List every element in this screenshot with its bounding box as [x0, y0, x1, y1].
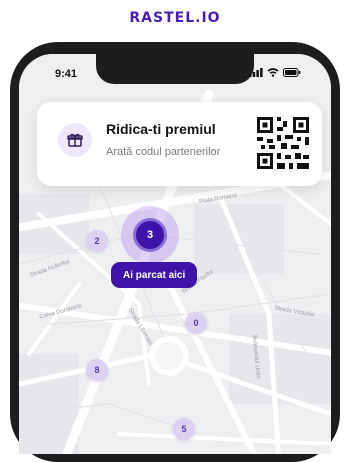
active-cluster-count: 3 — [133, 218, 167, 252]
map-cluster[interactable]: 5 — [173, 418, 195, 440]
map-cluster[interactable]: 0 — [185, 312, 207, 334]
wifi-icon — [267, 68, 279, 77]
map-screen[interactable]: 9:41 Strada Nuferilor Piata Romana Strad… — [19, 54, 331, 454]
active-cluster-marker[interactable]: 3 — [121, 206, 179, 264]
signal-icon — [249, 68, 263, 77]
reward-title: Ridica-ti premiul — [106, 121, 216, 137]
qr-code-icon[interactable] — [255, 115, 311, 171]
notch — [96, 54, 254, 84]
map-cluster[interactable]: 8 — [86, 359, 108, 381]
status-icons — [249, 68, 301, 77]
brand-logo: RASTEL.IO — [129, 10, 221, 26]
map-cluster[interactable]: 2 — [86, 230, 108, 252]
status-time: 9:41 — [55, 68, 78, 80]
parked-here-tooltip[interactable]: Ai parcat aici — [111, 262, 198, 288]
reward-subtitle: Arată codul partenerilor — [106, 146, 221, 158]
battery-icon — [283, 68, 301, 77]
gift-icon — [58, 123, 92, 157]
reward-card[interactable]: Ridica-ti premiul Arată codul parteneril… — [37, 102, 322, 186]
